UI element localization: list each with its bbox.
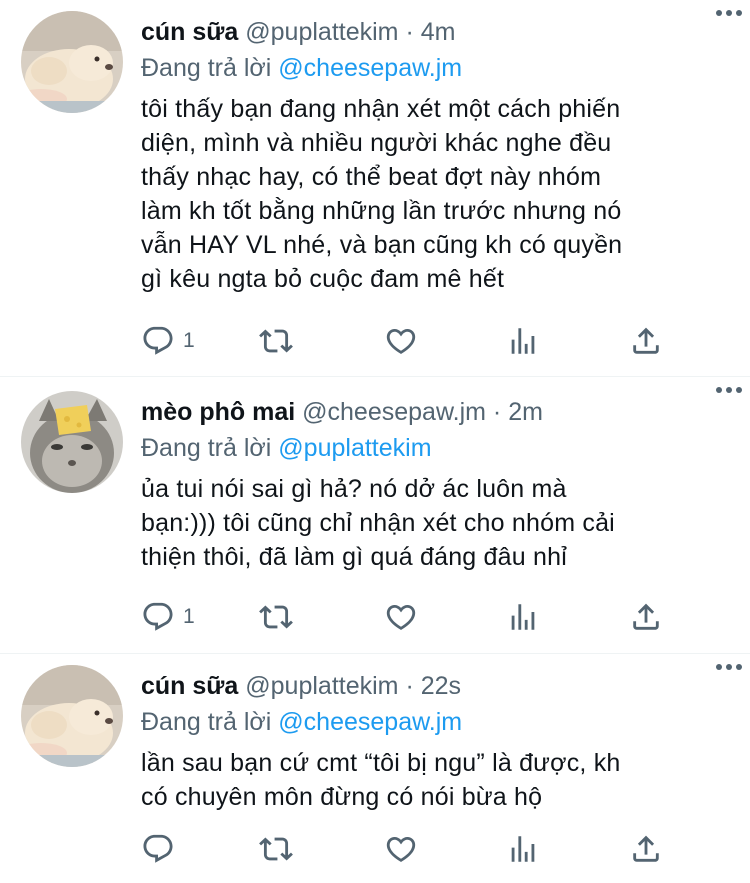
tweet-content: cún sữa @puplattekim · 4m Đang trả lời @… [141,14,730,296]
avatar[interactable] [21,391,123,493]
like-button[interactable] [384,321,418,361]
tweet-text: lần sau bạn cứ cmt “tôi bị ngu” là được,… [141,746,730,814]
tweet[interactable]: mèo phô mai @cheesepaw.jm · 2m Đang trả … [0,377,750,654]
retweet-button[interactable] [259,829,293,869]
retweet-icon [259,605,293,629]
tweet-text-line: làm kh tốt bằng những lần trước nhưng nó [141,197,622,225]
avatar[interactable] [21,665,123,767]
reply-button[interactable]: 1 [141,597,195,637]
like-button[interactable] [384,597,418,637]
avatar[interactable] [21,11,123,113]
replying-to: Đang trả lời @puplattekim [141,430,730,466]
share-icon [633,603,659,630]
tweet[interactable]: cún sữa @puplattekim · 22s Đang trả lời … [0,654,750,883]
tweet-text-line: tôi thấy bạn đang nhận xét một cách phiế… [141,95,621,123]
replying-to-label: Đang trả lời [141,434,272,462]
tweet-text-line: bạn:))) tôi cũng chỉ nhận xét cho nhóm c… [141,509,615,537]
share-icon [633,327,659,354]
tweet-text-line: lần sau bạn cứ cmt “tôi bị ngu” là được,… [141,749,621,777]
more-options-icon[interactable] [716,10,742,16]
reply-mention-link[interactable]: @cheesepaw.jm [278,54,462,82]
retweet-button[interactable] [259,597,293,637]
tweet-text-line: gì kêu ngta bỏ cuộc đam mê hết [141,265,505,293]
share-button[interactable] [629,829,663,869]
share-button[interactable] [629,321,663,361]
retweet-icon [259,329,293,353]
tweet-actions [141,829,661,869]
display-name[interactable]: mèo phô mai [141,398,295,426]
analytics-button[interactable] [506,597,540,637]
reply-icon [143,834,173,863]
user-handle[interactable]: @puplattekim [245,672,398,700]
tweet-header: mèo phô mai @cheesepaw.jm · 2m [141,394,730,430]
timestamp[interactable]: 2m [508,398,543,426]
separator: · [405,672,414,700]
timestamp[interactable]: 4m [421,18,456,46]
reply-count: 1 [183,329,195,352]
replying-to: Đang trả lời @cheesepaw.jm [141,50,730,86]
timestamp[interactable]: 22s [421,672,461,700]
analytics-button[interactable] [506,321,540,361]
reply-count: 1 [183,605,195,628]
analytics-icon [511,604,535,630]
more-options-icon[interactable] [716,664,742,670]
tweet-text-line: vẫn HAY VL nhé, và bạn cũng kh có quyền [141,231,623,259]
tweet-actions: 1 [141,597,661,637]
tweet-actions: 1 [141,321,661,361]
replying-to-label: Đang trả lời [141,54,272,82]
analytics-icon [511,836,535,862]
tweet-text-line: ủa tui nói sai gì hả? nó dở ác luôn mà [141,475,567,503]
cat-with-cheese-avatar-icon [21,391,123,493]
tweet-text: tôi thấy bạn đang nhận xét một cách phiế… [141,92,730,296]
separator: · [492,398,502,426]
tweet-text-line: thiện thôi, đã làm gì quá đáng đâu nhỉ [141,543,567,571]
reply-icon [143,602,173,631]
tweet-text: ủa tui nói sai gì hả? nó dở ác luôn mà b… [141,472,730,574]
display-name[interactable]: cún sữa [141,672,238,700]
reply-icon [143,326,173,355]
display-name[interactable]: cún sữa [141,18,238,46]
analytics-button[interactable] [506,829,540,869]
share-icon [633,835,659,862]
separator: · [405,18,414,46]
reply-button[interactable]: 1 [141,321,195,361]
replying-to-label: Đang trả lời [141,708,272,736]
heart-icon [386,328,416,354]
replying-to: Đang trả lời @cheesepaw.jm [141,704,730,740]
user-handle[interactable]: @puplattekim [245,18,398,46]
like-button[interactable] [384,829,418,869]
tweet-text-line: có chuyên môn đừng có nói bừa hộ [141,783,543,811]
heart-icon [386,604,416,630]
user-handle[interactable]: @cheesepaw.jm [302,398,486,426]
tweet[interactable]: cún sữa @puplattekim · 4m Đang trả lời @… [0,0,750,377]
heart-icon [386,836,416,862]
tweet-text-line: diện, mình và nhiều người khác nghe đều [141,129,612,157]
reply-mention-link[interactable]: @cheesepaw.jm [278,708,462,736]
reply-mention-link[interactable]: @puplattekim [278,434,431,462]
tweet-content: mèo phô mai @cheesepaw.jm · 2m Đang trả … [141,394,730,574]
share-button[interactable] [629,597,663,637]
tweet-content: cún sữa @puplattekim · 22s Đang trả lời … [141,668,730,814]
tweet-text-line: thấy nhạc hay, có thể beat đợt này nhóm [141,163,602,191]
retweet-button[interactable] [259,321,293,361]
more-options-icon[interactable] [716,387,742,393]
analytics-icon [511,328,535,354]
puppy-avatar-icon [21,665,123,767]
reply-button[interactable] [141,829,183,869]
tweet-header: cún sữa @puplattekim · 4m [141,14,730,50]
tweet-header: cún sữa @puplattekim · 22s [141,668,730,704]
retweet-icon [259,837,293,861]
puppy-avatar-icon [21,11,123,113]
